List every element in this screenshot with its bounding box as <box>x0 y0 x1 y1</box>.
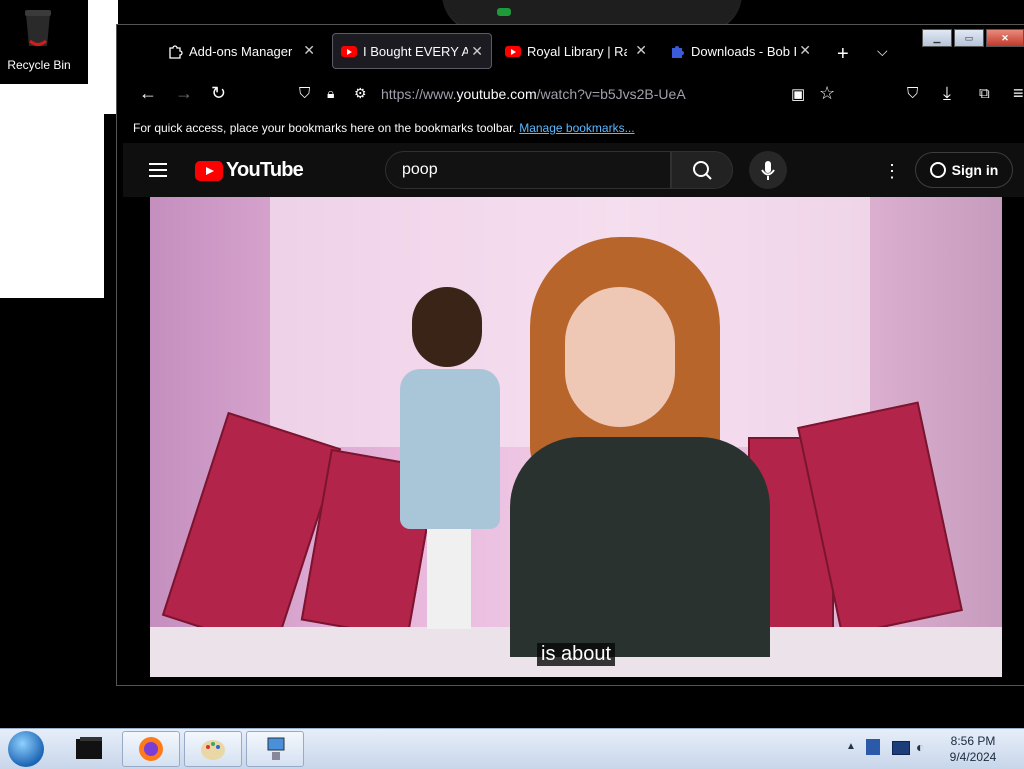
url-prefix: https://www. <box>381 86 457 102</box>
firefox-icon <box>139 737 163 761</box>
pocket-icon[interactable]: ⛉ <box>907 85 918 102</box>
reload-icon[interactable]: ↻ <box>211 83 226 104</box>
taskbar-app-terminal[interactable] <box>60 731 118 767</box>
video-player[interactable]: is about <box>150 197 1002 677</box>
search-icon <box>693 161 712 180</box>
recycle-bin-icon <box>25 10 51 46</box>
permissions-icon[interactable]: ⚙︎ <box>354 85 367 102</box>
reader-view-icon[interactable]: ▣ <box>791 85 805 103</box>
puzzle-icon <box>169 45 183 59</box>
downloads-icon[interactable]: ⤓ <box>943 83 951 104</box>
tab-title: Add-ons Manager <box>189 43 293 59</box>
tab-title: Royal Library | Rain <box>527 43 627 59</box>
tab-downloads[interactable]: Downloads - Bob P ✕ <box>669 33 819 69</box>
search-input[interactable]: poop <box>385 151 671 189</box>
maximize-button[interactable]: ▭ <box>954 29 984 47</box>
close-tab-icon[interactable]: ✕ <box>471 43 483 60</box>
paint-palette-icon <box>201 740 225 760</box>
lock-icon[interactable]: 🔒︎ <box>327 85 334 102</box>
search-button[interactable] <box>671 151 733 189</box>
manage-bookmarks-link[interactable]: Manage bookmarks... <box>519 121 634 135</box>
taskbar-app-paint[interactable] <box>184 731 242 767</box>
bookmarks-hint: For quick access, place your bookmarks h… <box>133 121 516 135</box>
clock-time: 8:56 PM <box>950 734 996 748</box>
close-tab-icon[interactable]: ✕ <box>635 42 647 59</box>
desktop-background <box>104 84 116 114</box>
taskbar-app-firefox[interactable] <box>122 731 180 767</box>
security-shield-icon[interactable] <box>866 739 880 755</box>
start-button[interactable] <box>8 731 44 767</box>
youtube-header: YouTube poop ⋮ Sign in <box>123 143 1024 197</box>
new-tab-button[interactable]: + <box>837 43 849 66</box>
youtube-icon <box>505 45 521 57</box>
clock-date: 9/4/2024 <box>949 750 997 764</box>
desktop: Recycle Bin ▁ ▭ ✕ Add-ons Manager ✕ I Bo… <box>0 0 1024 728</box>
shield-icon[interactable]: ⛉ <box>299 85 310 102</box>
close-tab-icon[interactable]: ✕ <box>303 42 315 59</box>
taskbar-app-network[interactable] <box>246 731 304 767</box>
url-path: /watch?v=b5Jvs2B-UeA <box>536 86 686 102</box>
youtube-icon <box>341 45 357 57</box>
taskbar: ▲ ◐ 8:56 PM 9/4/2024 <box>0 728 1024 769</box>
tab-strip: Add-ons Manager ✕ I Bought EVERY Am ✕ Ro… <box>117 29 917 69</box>
more-options-icon[interactable]: ⋮ <box>883 161 901 182</box>
hamburger-menu-icon[interactable] <box>149 163 167 177</box>
network-computer-icon <box>267 737 285 760</box>
terminal-icon <box>76 737 102 759</box>
status-indicator <box>497 8 511 16</box>
firefox-window: ▁ ▭ ✕ Add-ons Manager ✕ I Bought EVERY A… <box>116 24 1024 686</box>
tab-youtube-video[interactable]: I Bought EVERY Am ✕ <box>332 33 492 69</box>
url-bar[interactable]: https://www.youtube.com/watch?v=b5Jvs2B-… <box>381 86 686 102</box>
back-icon[interactable]: ← <box>139 83 157 104</box>
forward-icon[interactable]: → <box>175 83 193 104</box>
desktop-background <box>88 0 118 84</box>
display-icon[interactable] <box>892 741 910 755</box>
network-icon[interactable]: ◐ <box>916 739 924 755</box>
close-tab-icon[interactable]: ✕ <box>799 42 811 59</box>
minimize-button[interactable]: ▁ <box>922 29 952 47</box>
bookmarks-toolbar: For quick access, place your bookmarks h… <box>133 121 635 135</box>
microphone-icon <box>761 161 775 180</box>
close-window-button[interactable]: ✕ <box>986 29 1024 47</box>
recycle-bin-label: Recycle Bin <box>7 58 71 72</box>
tab-title: Downloads - Bob P <box>691 43 796 59</box>
youtube-play-icon <box>195 160 223 181</box>
bookmark-star-icon[interactable]: ☆ <box>819 83 835 104</box>
menu-icon[interactable]: ≡ <box>1013 83 1024 104</box>
sign-in-button[interactable]: Sign in <box>915 152 1013 188</box>
download-puzzle-icon <box>672 46 684 58</box>
tab-royal-library[interactable]: Royal Library | Rain ✕ <box>505 33 655 69</box>
clock[interactable]: 8:56 PM 9/4/2024 <box>946 733 1000 765</box>
list-all-tabs-icon[interactable]: ⌵ <box>877 43 888 60</box>
tab-title: I Bought EVERY Am <box>363 43 468 59</box>
video-doll <box>382 287 512 637</box>
extensions-icon[interactable]: ⧉ <box>979 85 990 102</box>
sign-in-label: Sign in <box>951 162 999 178</box>
window-controls: ▁ ▭ ✕ <box>922 29 1024 49</box>
url-domain: youtube.com <box>456 86 537 102</box>
show-hidden-icons-icon[interactable]: ▲ <box>846 741 856 752</box>
video-caption: is about <box>537 643 616 666</box>
navigation-bar: ← → ↻ ⛉ 🔒︎ ⚙︎ https://www.youtube.com/wa… <box>117 75 1024 115</box>
voice-search-button[interactable] <box>749 151 787 189</box>
youtube-logo-text: YouTube <box>226 159 304 181</box>
tab-addons-manager[interactable]: Add-ons Manager ✕ <box>167 33 323 69</box>
desktop-background <box>0 84 104 298</box>
youtube-logo[interactable]: YouTube <box>195 159 304 182</box>
account-icon <box>929 162 946 178</box>
recycle-bin[interactable]: Recycle Bin <box>0 0 88 84</box>
video-presenter <box>510 237 770 657</box>
